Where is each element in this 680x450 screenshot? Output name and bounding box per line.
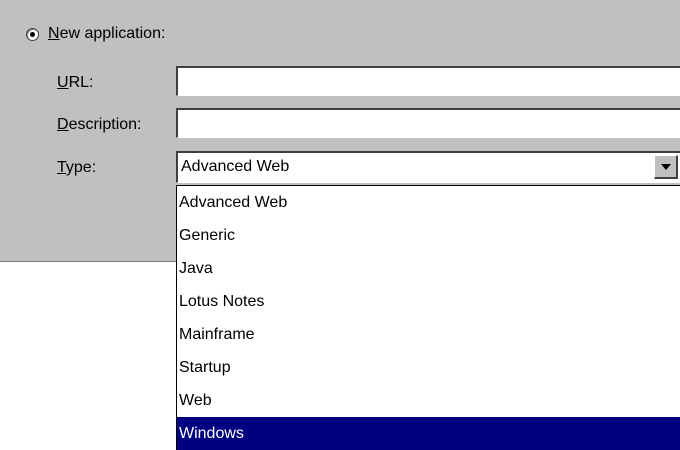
type-option[interactable]: Startup: [177, 351, 680, 384]
new-application-mnemonic: N: [48, 25, 60, 42]
type-option[interactable]: Mainframe: [177, 318, 680, 351]
type-dropdown-list[interactable]: Advanced Web Generic Java Lotus Notes Mainfr…: [176, 185, 680, 450]
type-option[interactable]: Java: [177, 252, 680, 285]
dropdown-button[interactable]: [654, 155, 678, 179]
url-field[interactable]: [176, 66, 680, 96]
type-option[interactable]: Lotus Notes: [177, 285, 680, 318]
type-select-value: Advanced Web: [181, 158, 290, 175]
radio-dot: [30, 31, 35, 37]
type-option[interactable]: Web: [177, 384, 680, 417]
new-application-label[interactable]: New application:: [48, 25, 165, 43]
url-mnemonic: U: [57, 74, 69, 91]
url-label: URL:: [57, 74, 93, 92]
url-label-rest: RL:: [68, 74, 94, 91]
type-select[interactable]: Advanced Web: [176, 151, 680, 183]
description-mnemonic: D: [57, 116, 69, 133]
type-label-rest: ype:: [65, 159, 97, 176]
url-input[interactable]: [178, 68, 680, 95]
type-mnemonic: T: [57, 159, 66, 176]
description-input[interactable]: [178, 110, 680, 137]
type-label: Type:: [57, 159, 96, 177]
new-application-radio-row[interactable]: New application:: [26, 23, 165, 45]
new-application-label-rest: ew application:: [59, 25, 166, 42]
description-label-rest: escription:: [68, 116, 142, 133]
type-option[interactable]: Generic: [177, 219, 680, 252]
description-field[interactable]: [176, 108, 680, 138]
type-option[interactable]: Windows: [177, 417, 680, 450]
dropdown-arrow-icon: [661, 164, 671, 170]
radio-selected-icon[interactable]: [26, 27, 39, 41]
description-label: Description:: [57, 116, 141, 134]
type-option[interactable]: Advanced Web: [177, 186, 680, 219]
